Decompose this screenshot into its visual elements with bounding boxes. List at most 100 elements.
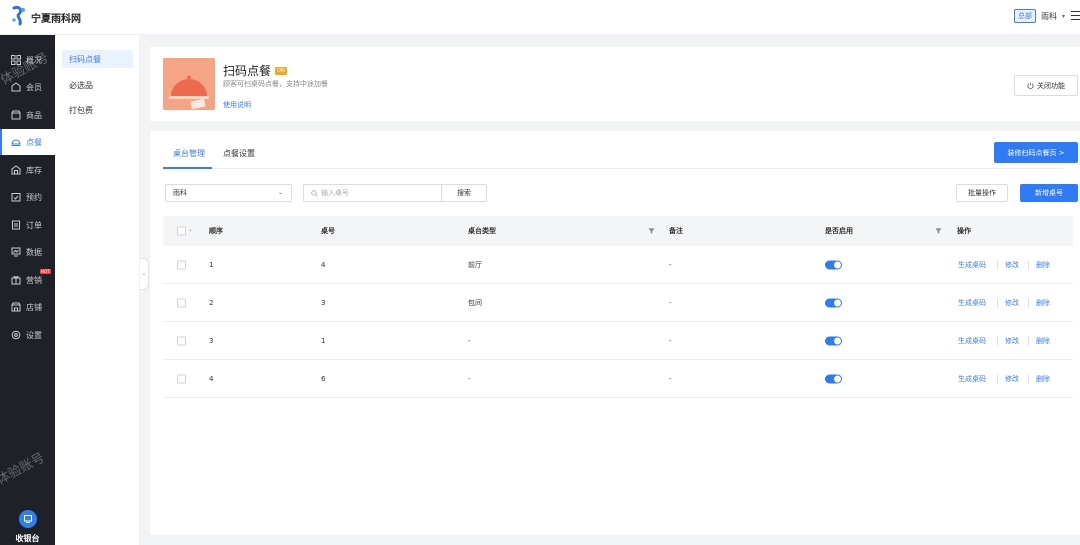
row-checkbox[interactable] xyxy=(177,260,186,269)
column-header-enabled: 是否启用 xyxy=(825,227,853,235)
feature-image xyxy=(163,58,215,110)
help-link[interactable]: 使用说明 xyxy=(223,100,251,110)
divider xyxy=(997,260,998,269)
column-header-remark: 备注 xyxy=(669,227,683,235)
enabled-toggle[interactable] xyxy=(825,374,842,383)
delete-link[interactable]: 删除 xyxy=(1036,260,1050,270)
edit-link[interactable]: 修改 xyxy=(1005,374,1019,384)
cell-remark: - xyxy=(669,336,672,345)
cell-remark: - xyxy=(669,298,672,307)
sidebar-item-label: 点餐 xyxy=(26,137,42,147)
generate-code-link[interactable]: 生成桌码 xyxy=(958,336,986,346)
grid-icon xyxy=(11,55,21,65)
goods-icon xyxy=(11,110,21,120)
feature-description: 顾客可扫桌码点餐，支持中途加餐 xyxy=(223,80,328,88)
filter-icon[interactable] xyxy=(648,228,655,235)
sidebar-item-data[interactable]: 数据 xyxy=(0,239,55,265)
divider xyxy=(1028,298,1029,307)
top-header: 宁夏雨科网 总部 雨科 ▾ xyxy=(0,0,1080,35)
store-select[interactable]: 雨科 ⌄ xyxy=(165,184,292,202)
column-header-type: 桌台类型 xyxy=(468,227,496,235)
add-table-button[interactable]: 新增桌号 xyxy=(1020,184,1078,202)
generate-code-link[interactable]: 生成桌码 xyxy=(958,260,986,270)
sidebar-item-marketing[interactable]: 营销 HOT xyxy=(0,267,55,293)
divider xyxy=(1028,374,1029,383)
generate-code-link[interactable]: 生成桌码 xyxy=(958,298,986,308)
tab-table-management[interactable]: 桌台管理 xyxy=(173,148,205,159)
row-checkbox[interactable] xyxy=(177,298,186,307)
chevron-down-icon[interactable]: ▾ xyxy=(1062,13,1065,20)
batch-operation-button[interactable]: 批量操作 xyxy=(956,184,1008,202)
cell-order: 3 xyxy=(209,336,214,345)
cashier-button[interactable]: 收银台 xyxy=(0,510,55,545)
sidebar-item-overview[interactable]: 概况 xyxy=(0,47,55,73)
select-all-checkbox[interactable] xyxy=(177,226,186,236)
sidebar-item-member[interactable]: 会员 xyxy=(0,74,55,100)
sidebar-item-label: 营销 xyxy=(26,275,42,285)
search-icon xyxy=(311,189,318,197)
brand-logo[interactable]: 宁夏雨科网 xyxy=(10,5,81,29)
cell-remark: - xyxy=(669,374,672,383)
tables-table: ▾ 顺序 桌号 桌台类型 备注 是否启用 操作 1 4 前厅 - 生成桌码 修改… xyxy=(163,216,1073,398)
org-badge[interactable]: 总部 xyxy=(1013,9,1036,23)
collapse-sidebar-button[interactable]: ‹ xyxy=(140,258,149,290)
cell-order: 4 xyxy=(209,374,214,383)
delete-link[interactable]: 删除 xyxy=(1036,374,1050,384)
cell-type: - xyxy=(468,374,471,383)
store-select-value: 雨科 xyxy=(173,189,187,197)
sidebar-item-shop[interactable]: 店铺 xyxy=(0,294,55,320)
sidebar-item-label: 商品 xyxy=(26,110,42,120)
brand-name: 宁夏雨科网 xyxy=(31,13,81,25)
subnav-item-scan-order[interactable]: 扫码点餐 xyxy=(62,50,133,68)
sidebar-item-order[interactable]: 订单 xyxy=(0,212,55,238)
edit-link[interactable]: 修改 xyxy=(1005,260,1019,270)
menu-icon[interactable] xyxy=(1070,10,1080,22)
cell-order: 1 xyxy=(209,260,214,269)
edit-link[interactable]: 修改 xyxy=(1005,298,1019,308)
main-sidebar: 概况 会员 商品 点餐 库存 预约 订单 数据 营销 HOT 店铺 设置 收银台 xyxy=(0,35,55,545)
user-name[interactable]: 雨科 xyxy=(1041,11,1057,22)
chevron-down-icon: ⌄ xyxy=(277,189,283,196)
tab-order-settings[interactable]: 点餐设置 xyxy=(223,148,255,159)
generate-code-link[interactable]: 生成桌码 xyxy=(958,374,986,384)
stock-icon xyxy=(11,165,21,175)
divider xyxy=(997,298,998,307)
sidebar-item-stock[interactable]: 库存 xyxy=(0,157,55,183)
cell-order: 2 xyxy=(209,298,214,307)
search-button[interactable]: 搜索 xyxy=(441,184,487,202)
chevron-down-icon[interactable]: ▾ xyxy=(189,228,192,234)
sidebar-item-booking[interactable]: 预约 xyxy=(0,184,55,210)
sidebar-item-settings[interactable]: 设置 xyxy=(0,322,55,348)
delete-link[interactable]: 删除 xyxy=(1036,336,1050,346)
close-feature-label: 关闭功能 xyxy=(1037,81,1065,90)
sidebar-item-label: 店铺 xyxy=(26,302,42,312)
divider xyxy=(997,336,998,345)
cell-table-no: 3 xyxy=(321,298,326,307)
enabled-toggle[interactable] xyxy=(825,260,842,269)
close-feature-button[interactable]: 关闭功能 xyxy=(1014,75,1078,96)
sidebar-item-goods[interactable]: 商品 xyxy=(0,102,55,128)
delete-link[interactable]: 删除 xyxy=(1036,298,1050,308)
table-search-input[interactable]: 输入桌号 xyxy=(303,184,442,202)
edit-link[interactable]: 修改 xyxy=(1005,336,1019,346)
table-row: 3 1 - - 生成桌码 修改 删除 xyxy=(163,322,1073,360)
subnav-item-packing-fee[interactable]: 打包费 xyxy=(62,101,133,119)
feature-card: 扫码点餐 ON 顾客可扫桌码点餐，支持中途加餐 使用说明 关闭功能 xyxy=(150,47,1080,121)
brand-logo-icon xyxy=(12,6,25,26)
subnav-item-required-items[interactable]: 必选品 xyxy=(62,76,133,94)
filter-icon[interactable] xyxy=(935,228,942,235)
search-placeholder: 输入桌号 xyxy=(321,189,349,197)
divider xyxy=(1028,260,1029,269)
hot-badge: HOT xyxy=(40,269,51,274)
feature-title: 扫码点餐 xyxy=(223,64,272,78)
sidebar-item-label: 库存 xyxy=(26,165,42,175)
row-checkbox[interactable] xyxy=(177,336,186,345)
decorate-page-button[interactable]: 装修扫码点餐页 > xyxy=(994,142,1078,163)
enabled-toggle[interactable] xyxy=(825,298,842,307)
enabled-toggle[interactable] xyxy=(825,336,842,345)
sidebar-item-label: 概况 xyxy=(26,55,42,65)
row-checkbox[interactable] xyxy=(177,374,186,383)
calendar-icon xyxy=(11,192,21,202)
sidebar-item-ordering[interactable]: 点餐 xyxy=(0,129,55,155)
table-row: 4 6 - - 生成桌码 修改 删除 xyxy=(163,360,1073,398)
